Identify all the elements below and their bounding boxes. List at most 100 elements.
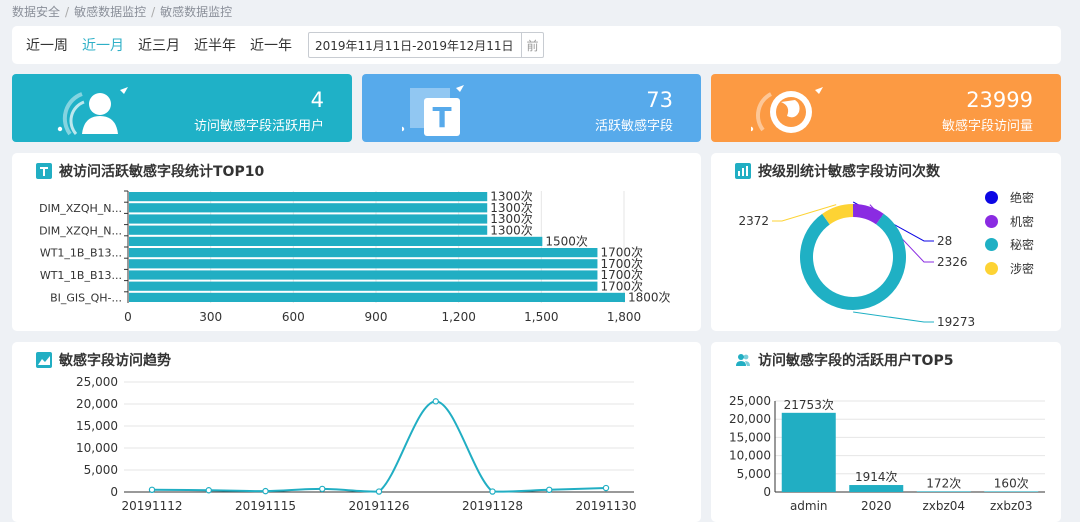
stat-value: 73 (646, 88, 673, 112)
legend-swatch (985, 261, 998, 275)
legend-item[interactable]: 绝密 (985, 186, 1034, 210)
y-tick-label: DIM_XZQH_N... (39, 224, 122, 237)
y-tick-label: WT1_1B_B13... (40, 269, 122, 282)
y-tick-label: 15,000 (76, 419, 118, 433)
stat-card-active-users: 4 访问敏感字段活跃用户 (12, 74, 352, 142)
legend-swatch (985, 238, 998, 252)
x-tick-label: 0 (124, 310, 132, 324)
y-tick-label: 5,000 (737, 467, 771, 481)
legend-label: 秘密 (1010, 238, 1035, 253)
slice-label: 28 (937, 234, 952, 248)
x-tick-label: 20191130 (575, 499, 636, 513)
pie-legend: 绝密 机密 秘密 涉密 (985, 186, 1034, 280)
x-tick-label: 600 (282, 310, 305, 324)
bar[interactable] (129, 259, 598, 269)
stat-label: 敏感字段访问量 (941, 119, 1033, 134)
y-tick-label: WT1_1B_B13... (40, 247, 122, 260)
legend-item[interactable]: 机密 (985, 210, 1034, 234)
breadcrumb: 数据安全 / 敏感数据监控 / 敏感数据监控 (12, 5, 233, 19)
data-point[interactable] (432, 398, 439, 405)
bar[interactable] (781, 412, 836, 492)
data-point[interactable] (262, 487, 269, 495)
filter-bar: 近一周 近一月 近三月 近半年 近一年 2019年11月11日-2019年12月… (12, 26, 1061, 64)
legend-label: 涉密 (1010, 261, 1035, 276)
y-tick-label: 20,000 (76, 397, 118, 411)
bar[interactable] (129, 203, 488, 213)
period-year-button[interactable]: 近一年 (250, 35, 292, 55)
breadcrumb-item[interactable]: 敏感数据监控 (74, 5, 146, 19)
breadcrumb-item[interactable]: 数据安全 (12, 5, 60, 19)
stat-value: 4 (310, 88, 324, 112)
bar[interactable] (129, 248, 598, 258)
slice-label: 2372 (738, 214, 769, 228)
data-point[interactable] (489, 488, 496, 495)
y-tick-label: 20,000 (729, 412, 771, 426)
stat-card-active-fields: T 73 活跃敏感字段 (362, 74, 701, 142)
legend-item[interactable]: 秘密 (985, 233, 1034, 257)
bar[interactable] (129, 214, 488, 224)
period-week-button[interactable]: 近一周 (26, 35, 68, 55)
bar[interactable] (129, 225, 488, 235)
x-tick-label: admin (790, 499, 828, 513)
data-label: 1300次 (490, 190, 533, 204)
y-tick-label: 0 (763, 485, 771, 499)
calendar-icon[interactable]: 前 (521, 33, 543, 57)
bar[interactable] (129, 192, 488, 202)
bar[interactable] (984, 491, 1039, 492)
y-tick-label: 10,000 (76, 441, 118, 455)
globe-icon (751, 87, 823, 133)
top10-bar-chart: 0 300 600 900 1,200 1,500 1,8001800次BI_GIS_QH-… (39, 190, 670, 324)
y-tick-label: DIM_XZQH_N... (39, 202, 122, 215)
legend-label: 机密 (1010, 214, 1035, 229)
legend-swatch (985, 214, 998, 228)
bar[interactable] (129, 236, 543, 246)
bar[interactable] (129, 281, 598, 291)
data-point[interactable] (148, 486, 156, 493)
stat-card-access-count: 23999 敏感字段访问量 (711, 74, 1061, 142)
x-tick-label: zxbz03 (990, 499, 1033, 513)
level-stats-panel: 按级别统计敏感字段访问次数 28 2326 19273 2372 绝密 机密 秘密 涉… (711, 153, 1061, 331)
y-tick-label: 10,000 (729, 449, 771, 463)
date-range-picker[interactable]: 2019年11月11日-2019年12月11日 前 (308, 32, 544, 58)
x-tick-label: 300 (199, 310, 222, 324)
breadcrumb-item-current: 敏感数据监控 (160, 5, 233, 19)
pie-slice[interactable] (800, 213, 906, 310)
user-icon (57, 87, 128, 136)
y-tick-label: 0 (110, 485, 118, 499)
x-tick-label: 20191115 (235, 499, 296, 513)
legend-item[interactable]: 涉密 (985, 257, 1034, 281)
data-label: 1500次 (545, 235, 588, 249)
x-tick-label: 20191126 (348, 499, 409, 513)
stat-label: 活跃敏感字段 (594, 119, 673, 134)
legend-label: 绝密 (1010, 191, 1035, 206)
x-tick-label: 1,200 (441, 310, 475, 324)
period-month-button[interactable]: 近一月 (82, 35, 124, 55)
period-half-year-button[interactable]: 近半年 (194, 35, 236, 55)
x-tick-label: zxbz04 (922, 499, 965, 513)
bar[interactable] (849, 485, 904, 492)
period-quarter-button[interactable]: 近三月 (138, 35, 180, 55)
data-label: 160次 (994, 476, 1029, 490)
data-point[interactable] (319, 485, 326, 493)
data-point[interactable] (375, 488, 383, 495)
y-tick-label: 25,000 (76, 375, 118, 389)
y-tick-label: BI_GIS_QH-... (50, 292, 122, 305)
y-tick-label: 15,000 (729, 430, 771, 444)
users-bar-chart: 0 5,000 10,000 15,000 20,000 25,000 21753次 admi… (729, 394, 1045, 513)
top5-users-panel: 访问敏感字段的活跃用户TOP5 0 5,000 10,000 15,000 20,000… (711, 342, 1061, 522)
svg-text:T: T (432, 101, 451, 134)
bar[interactable] (916, 491, 971, 492)
slice-label: 19273 (937, 315, 975, 329)
data-point[interactable] (546, 486, 553, 493)
stat-label: 访问敏感字段活跃用户 (193, 119, 324, 134)
data-point[interactable] (205, 487, 212, 494)
y-tick-label: 25,000 (729, 394, 771, 408)
x-tick-label: 900 (365, 310, 388, 324)
data-label: 1914次 (855, 470, 898, 484)
data-point[interactable] (602, 484, 610, 492)
label-line (853, 311, 934, 323)
y-tick-label: 5,000 (84, 463, 118, 477)
trend-line-chart: 0 5,000 10,000 15,000 20,000 25,000 20191112 20… (76, 375, 637, 513)
bar[interactable] (129, 270, 598, 280)
bar[interactable] (129, 292, 625, 302)
